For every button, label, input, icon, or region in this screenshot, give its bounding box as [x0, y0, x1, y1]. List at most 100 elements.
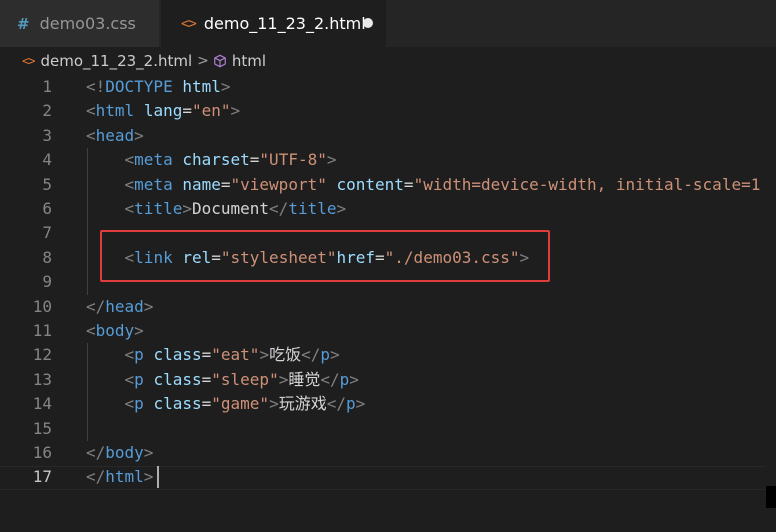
token-tag: p — [345, 394, 356, 414]
token-str: "width=device-width, initial-scale=1 — [413, 174, 761, 194]
token-eq: = — [403, 174, 414, 194]
breadcrumb: <> demo_11_23_2.html > html — [0, 47, 776, 75]
code-line[interactable]: 10 </head> — [0, 295, 776, 319]
line-source: <meta name="viewport" content="width=dev… — [86, 173, 761, 197]
tab-label: demo03.css — [39, 14, 136, 33]
indent-guide — [87, 343, 88, 441]
line-source: </head> — [86, 295, 153, 319]
line-number: 5 — [42, 174, 52, 194]
line-number: 15 — [32, 418, 52, 438]
code-line[interactable]: 16 </body> — [0, 441, 776, 465]
breadcrumb-file[interactable]: demo_11_23_2.html — [40, 52, 192, 70]
line-source: <html lang="en"> — [86, 99, 240, 123]
token-br: > — [143, 296, 154, 316]
code-line[interactable]: 14 <p class="game">玩游戏</p> — [0, 392, 776, 416]
token-br: > — [230, 101, 241, 121]
code-line[interactable]: 5 <meta name="viewport" content="width=d… — [0, 173, 776, 197]
current-line-highlight — [0, 466, 766, 490]
code-line[interactable]: 13 <p class="sleep">睡觉</p> — [0, 368, 776, 392]
tab-bar: # demo03.css <> demo_11_23_2.html — [0, 0, 776, 47]
line-number: 11 — [32, 321, 52, 340]
code-line[interactable]: 3 <head> — [0, 124, 776, 148]
token-tag: head — [105, 296, 144, 316]
html-file-icon: <> — [22, 54, 35, 68]
token-br: > — [220, 77, 231, 96]
token-str: "UTF-8" — [259, 150, 327, 170]
token-eq: = — [220, 174, 231, 194]
token-br: < — [86, 101, 96, 121]
symbol-element-icon — [214, 54, 226, 68]
html-file-icon: <> — [181, 15, 197, 32]
line-number: 10 — [32, 296, 52, 316]
line-number: 3 — [42, 125, 52, 145]
token-br: </ — [86, 296, 106, 316]
tab-demo-11-23-2-html[interactable]: <> demo_11_23_2.html — [161, 0, 386, 47]
token-tag: title — [134, 199, 183, 218]
line-number: 4 — [42, 150, 52, 170]
token-br: </ — [269, 199, 289, 218]
token-str: "eat" — [211, 345, 260, 365]
token-br: > — [336, 199, 347, 218]
token-eq: = — [201, 369, 212, 389]
token-br: > — [278, 369, 289, 389]
token-tag: p — [339, 369, 350, 389]
scrollbar[interactable] — [766, 486, 776, 508]
line-number: 9 — [42, 272, 52, 292]
code-line[interactable]: 1 <!DOCTYPE html> — [0, 75, 776, 99]
code-line[interactable]: 2 <html lang="en"> — [0, 99, 776, 123]
token-br: < — [86, 125, 96, 145]
token-attr: charset — [182, 150, 250, 170]
text-cursor — [157, 466, 159, 488]
token-br: > — [143, 443, 154, 462]
line-number: 14 — [32, 394, 52, 414]
token-br: < — [124, 394, 135, 414]
chevron-right-icon: > — [197, 53, 209, 69]
line-source: <p class="game">玩游戏</p> — [86, 392, 366, 416]
token-str: "en" — [191, 101, 231, 121]
token-str: "sleep" — [211, 369, 279, 389]
code-area[interactable]: 1 <!DOCTYPE html> 2 <html lang="en"> 3 <head>… — [0, 75, 776, 495]
line-number: 1 — [42, 77, 52, 96]
code-line[interactable]: 15 — [0, 417, 776, 441]
code-line[interactable]: 6 <title>Document</title> — [0, 197, 776, 221]
breadcrumb-symbol[interactable]: html — [232, 52, 266, 70]
line-source: <title>Document</title> — [86, 197, 347, 221]
code-line[interactable]: 4 <meta charset="UTF-8"> — [0, 148, 776, 172]
code-line[interactable]: 12 <p class="eat">吃饭</p> — [0, 343, 776, 367]
token-br: < — [124, 174, 135, 194]
line-source: </body> — [86, 441, 153, 465]
token-attr: name — [182, 174, 221, 194]
line-number: 16 — [32, 443, 52, 462]
token-text: 玩游戏 — [278, 394, 327, 414]
tab-label: demo_11_23_2.html — [203, 14, 366, 33]
line-source: <head> — [86, 124, 144, 148]
token-br: </ — [320, 369, 340, 389]
token-tag: html — [95, 101, 135, 121]
token-br: > — [330, 345, 340, 365]
token-attr: content — [336, 174, 404, 194]
token-str: "game" — [211, 394, 270, 414]
token-tag: p — [320, 345, 330, 365]
code-line[interactable]: 11 <body> — [0, 319, 776, 343]
line-source: <p class="sleep">睡觉</p> — [86, 368, 359, 392]
unsaved-dot-icon[interactable] — [363, 18, 373, 28]
token-br: > — [355, 394, 366, 414]
tab-demo03-css[interactable]: # demo03.css — [0, 0, 160, 47]
token-tag: body — [95, 321, 135, 340]
token-br: </ — [301, 345, 321, 365]
token-br: < — [124, 150, 135, 170]
token-br: </ — [326, 394, 346, 414]
token-br: > — [134, 125, 144, 145]
token-text: 吃饭 — [269, 345, 302, 365]
token-tag: p — [134, 394, 144, 414]
